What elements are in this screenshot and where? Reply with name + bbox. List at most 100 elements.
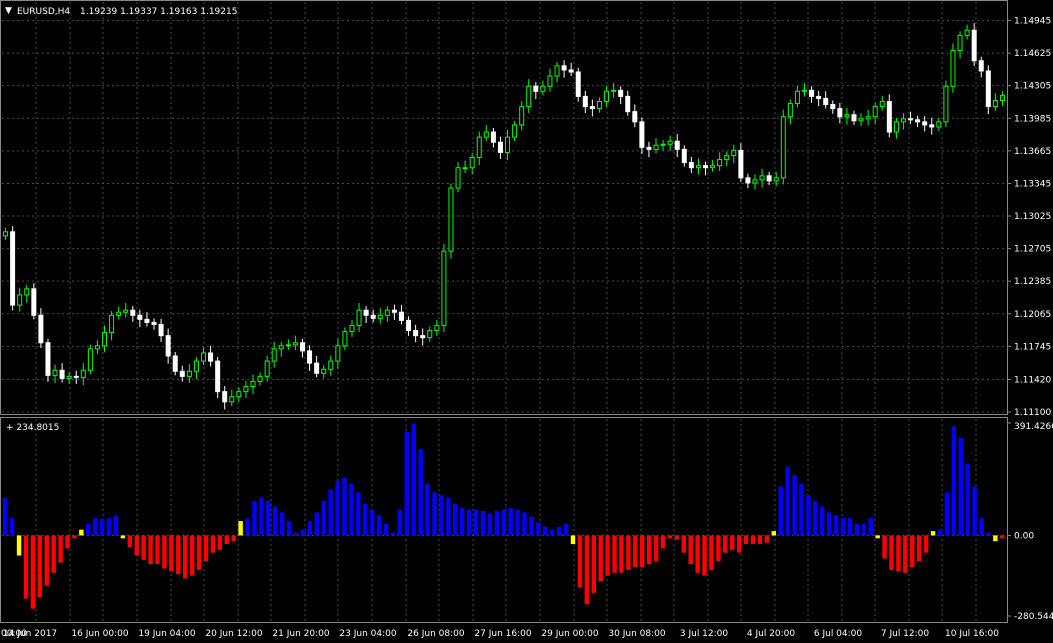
candle-body (45, 342, 51, 376)
histogram-bar (577, 535, 583, 588)
histogram-bar (986, 532, 991, 536)
candle-body (151, 321, 157, 325)
candle-body (398, 311, 404, 321)
candle-body (130, 309, 136, 316)
candle-body (611, 89, 617, 92)
candle-body (222, 391, 228, 403)
histogram-bar (196, 535, 202, 570)
histogram-bar (134, 535, 139, 556)
candle-body (632, 111, 638, 123)
histogram-bar (965, 463, 970, 536)
histogram-bar (799, 483, 804, 536)
histogram-bar (155, 535, 160, 565)
candle-body (257, 375, 263, 382)
histogram-bar (764, 535, 770, 543)
candle-body (773, 177, 779, 182)
histogram-bar (397, 509, 403, 536)
histogram-bar (889, 535, 894, 570)
symbol-timeframe-label: EURUSD,H4 (17, 7, 70, 17)
histogram-bar (383, 523, 389, 536)
symbol-menu-arrow-icon[interactable]: ▼ (5, 6, 12, 16)
histogram-bar (189, 535, 195, 576)
candle-body (533, 85, 539, 92)
candle-body (801, 89, 807, 92)
histogram-bar (9, 518, 15, 536)
histogram-bar (882, 535, 887, 559)
candle-body (342, 331, 348, 347)
histogram-bar (99, 518, 105, 536)
candle-body (618, 89, 624, 97)
candle-body (24, 288, 30, 296)
candle-body (469, 156, 475, 169)
candle-body (971, 29, 977, 62)
time-axis-label: 6 Jul 04:00 (814, 629, 863, 639)
candle-body (278, 345, 284, 350)
candle-body (512, 124, 518, 138)
candle-body (137, 314, 143, 320)
histogram-bar (425, 483, 430, 536)
price-axis-label: 1.13665 (1014, 147, 1051, 157)
histogram-bar (446, 498, 451, 536)
histogram-bar (349, 483, 354, 536)
histogram-bar (861, 523, 867, 536)
histogram-bar (44, 535, 49, 586)
histogram-bar (958, 437, 963, 536)
candle-body (604, 90, 610, 102)
time-axis-label: 27 Jun 16:00 (474, 629, 531, 639)
histogram-bar (113, 515, 119, 536)
histogram-bar (536, 522, 541, 536)
histogram-bar (688, 535, 693, 565)
ohlc-values: 1.19239 1.19337 1.19163 1.19215 (80, 7, 237, 17)
candle-body (646, 146, 652, 150)
histogram-bar (356, 492, 361, 536)
histogram-bar (840, 518, 846, 536)
histogram-bar (951, 426, 957, 536)
candle-body (688, 162, 694, 169)
time-axis-label: 26 Jun 08:00 (407, 629, 464, 639)
histogram-bar (293, 532, 299, 536)
candle-body (745, 177, 751, 184)
candle-body (596, 100, 602, 110)
histogram-bar (231, 535, 236, 542)
histogram-bar (633, 535, 638, 568)
time-axis-label: 12 Jul 00:00 (0, 629, 27, 639)
histogram-bar (556, 526, 562, 536)
candle-body (554, 65, 560, 77)
candle-body (681, 148, 687, 164)
candle-body (752, 179, 758, 184)
histogram-bar (473, 509, 479, 536)
histogram-bar (806, 495, 811, 536)
histogram-bar (404, 432, 410, 536)
histogram-bar (58, 535, 63, 563)
histogram-bar (363, 503, 368, 536)
histogram-bar (279, 512, 285, 536)
candle-body (900, 118, 906, 123)
price-axis-label: 1.11745 (1014, 342, 1051, 352)
candle-body (625, 95, 631, 113)
candle-body (363, 309, 369, 316)
candle-body (420, 335, 426, 339)
histogram-bar (833, 515, 839, 536)
histogram-bar (584, 535, 590, 605)
histogram-bar (605, 535, 610, 576)
candle-body (391, 309, 397, 313)
histogram-bar (730, 535, 735, 550)
candle-body (158, 323, 164, 337)
histogram-bar (1000, 535, 1005, 539)
candle-body (710, 165, 716, 169)
histogram-bar (910, 535, 915, 568)
histogram-bar (660, 535, 666, 549)
candle-body (717, 159, 723, 167)
candle-body (505, 136, 511, 153)
histogram-bar (169, 535, 174, 572)
candle-body (349, 324, 355, 333)
candle-body (660, 143, 666, 146)
histogram-bar (286, 521, 292, 536)
histogram-bar (702, 535, 707, 576)
candle-body (823, 97, 829, 106)
candle-body (370, 314, 376, 319)
candle-body (908, 118, 914, 121)
histogram-bar (750, 535, 756, 545)
candle-body (858, 118, 864, 122)
time-axis[interactable]: 14 Jun 2017 16 Jun 00:00 19 Jun 04:00 20 Ju… (0, 629, 999, 639)
